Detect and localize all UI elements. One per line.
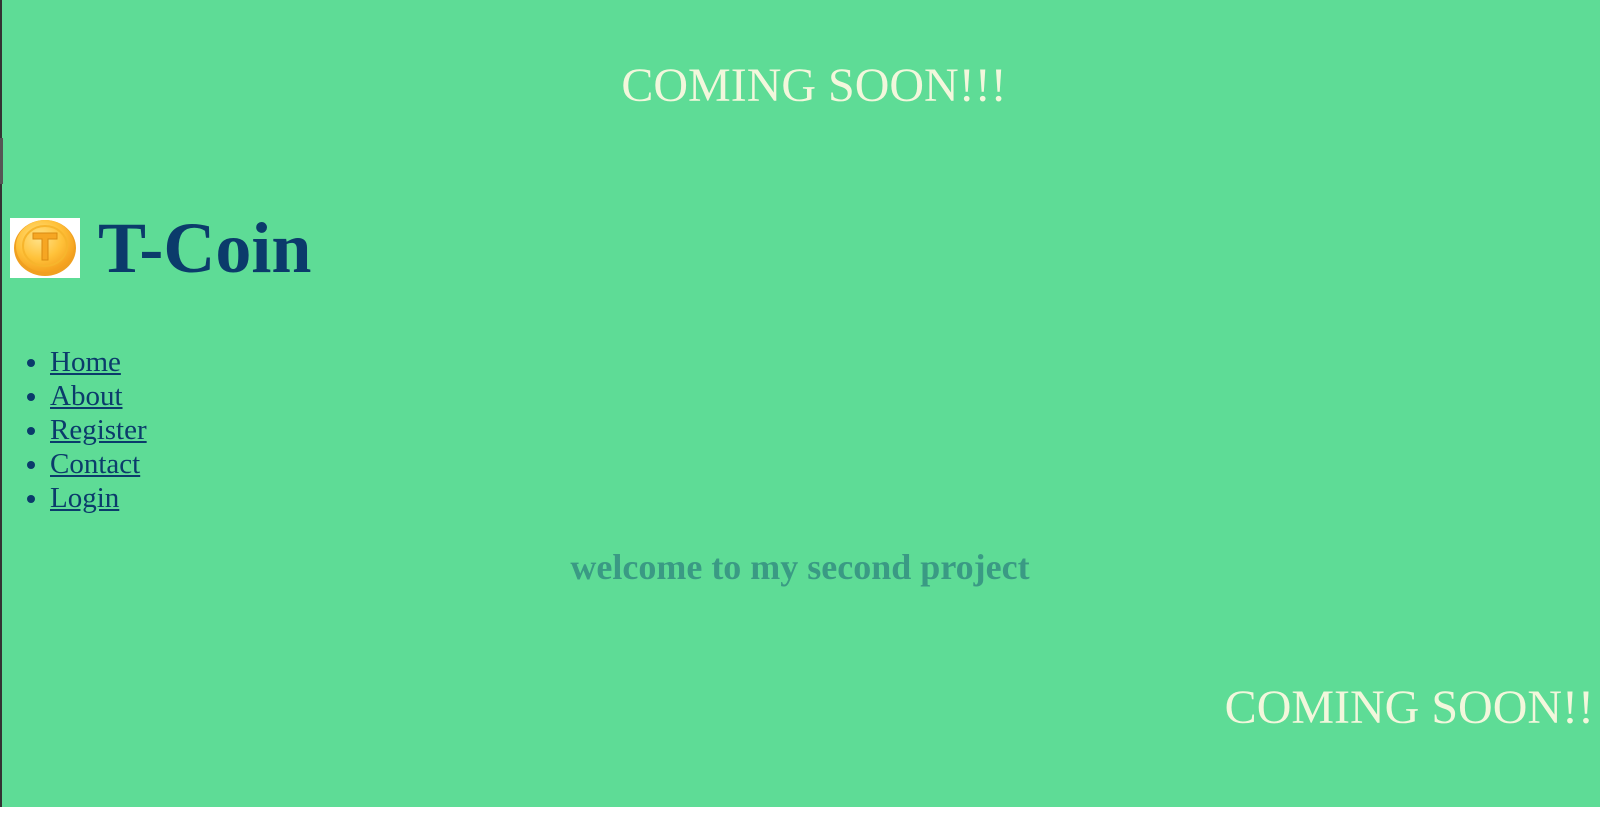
brand-title: T-Coin [98,208,312,288]
page-bottom-edge [0,807,1600,823]
nav-item-contact: Contact [50,447,147,481]
brand-header: T-Coin [10,212,311,284]
nav-link-login[interactable]: Login [50,482,119,514]
coming-soon-banner-top: COMING SOON!!! [621,59,1007,112]
nav-link-home[interactable]: Home [50,346,121,378]
nav-link-about[interactable]: About [50,380,123,412]
coming-soon-banner-bottom: COMING SOON!! [1224,681,1594,734]
nav-item-login: Login [50,481,147,515]
nav-item-home: Home [50,345,147,379]
page: COMING SOON!!! T-Coin Home About R [0,0,1600,823]
nav-item-about: About [50,379,147,413]
nav-link-register[interactable]: Register [50,414,147,446]
main-nav: Home About Register Contact Login [0,345,147,515]
window-edge-handle [0,138,3,184]
welcome-heading: welcome to my second project [570,547,1030,587]
t-coin-logo-icon [10,218,80,278]
nav-link-contact[interactable]: Contact [50,448,140,480]
coin-icon [14,220,76,276]
nav-item-register: Register [50,413,147,447]
